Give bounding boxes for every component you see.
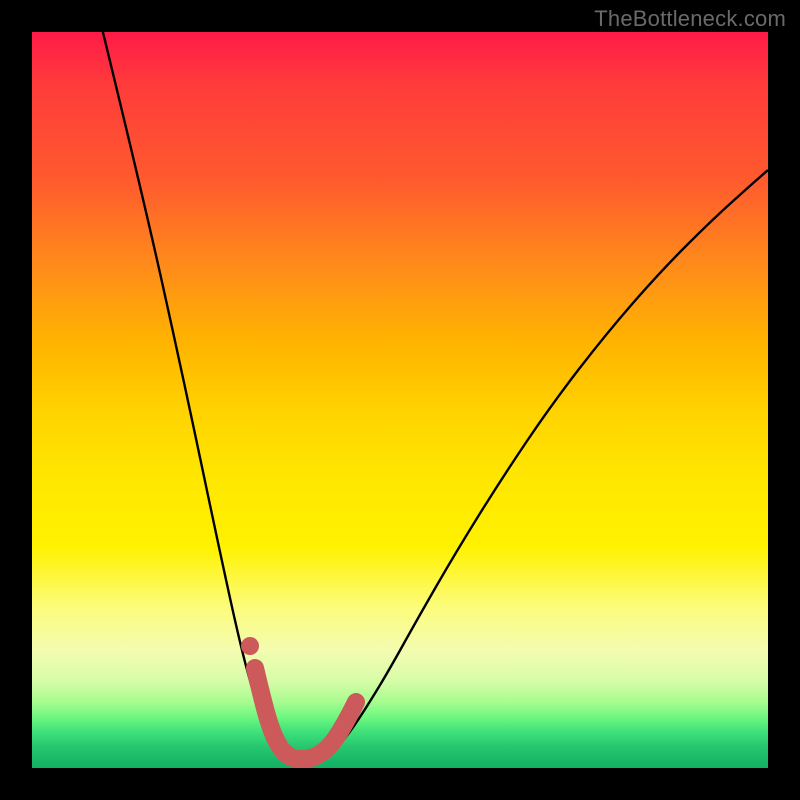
plot-area <box>32 32 768 768</box>
main-curve <box>98 32 768 763</box>
watermark-text: TheBottleneck.com <box>594 6 786 32</box>
chart-frame: TheBottleneck.com <box>0 0 800 800</box>
highlight-dot <box>241 637 259 655</box>
curve-layer <box>32 32 768 768</box>
highlight-overlay <box>255 668 356 759</box>
